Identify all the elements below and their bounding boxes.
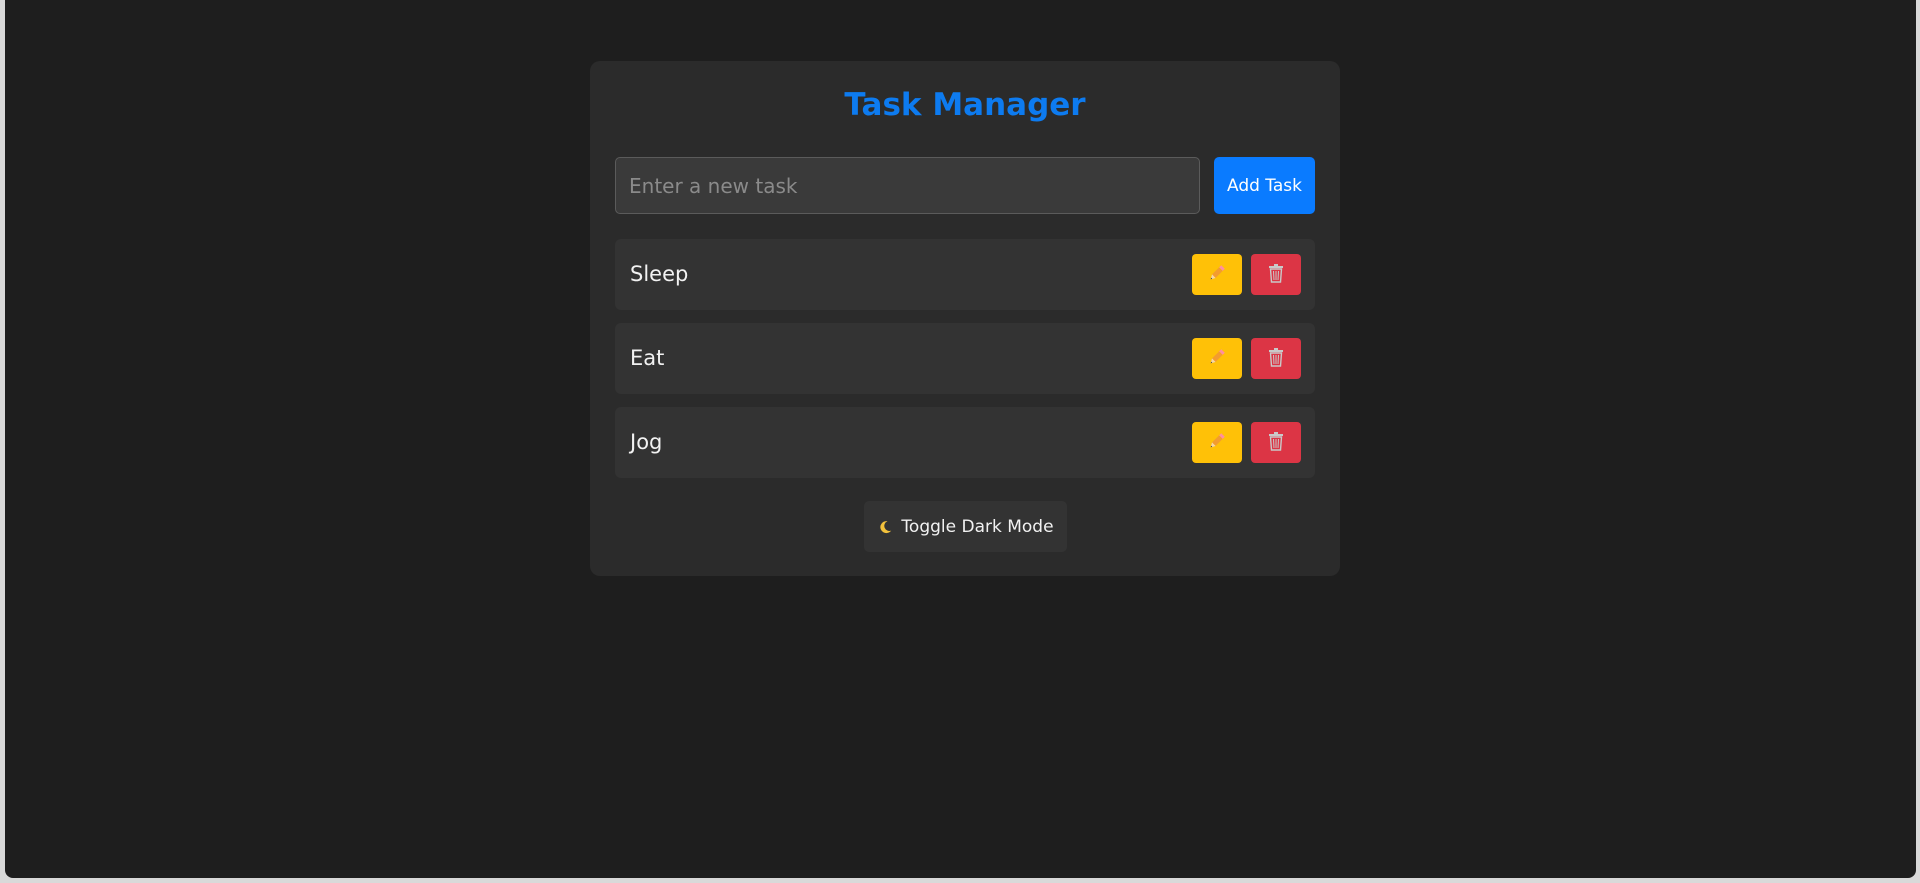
page-title: Task Manager bbox=[844, 87, 1086, 123]
task-manager-card: Task Manager Add Task Sleep bbox=[590, 61, 1340, 576]
delete-task-button[interactable] bbox=[1251, 338, 1301, 379]
new-task-input[interactable] bbox=[615, 157, 1200, 214]
trash-icon bbox=[1267, 347, 1285, 370]
moon-icon bbox=[877, 519, 893, 535]
task-item: Jog bbox=[615, 407, 1315, 478]
task-label: Jog bbox=[630, 430, 663, 454]
task-label: Sleep bbox=[630, 262, 689, 286]
task-list: Sleep Eat Jog bbox=[615, 239, 1315, 491]
edit-task-button[interactable] bbox=[1192, 422, 1242, 463]
trash-icon bbox=[1267, 431, 1285, 454]
delete-task-button[interactable] bbox=[1251, 422, 1301, 463]
pencil-icon bbox=[1207, 263, 1227, 286]
edit-task-button[interactable] bbox=[1192, 338, 1242, 379]
add-task-button[interactable]: Add Task bbox=[1214, 157, 1315, 214]
pencil-icon bbox=[1207, 347, 1227, 370]
app-viewport: Task Manager Add Task Sleep bbox=[5, 0, 1916, 878]
trash-icon bbox=[1267, 263, 1285, 286]
delete-task-button[interactable] bbox=[1251, 254, 1301, 295]
edit-task-button[interactable] bbox=[1192, 254, 1242, 295]
toggle-dark-mode-button[interactable]: Toggle Dark Mode bbox=[864, 501, 1067, 552]
task-item: Sleep bbox=[615, 239, 1315, 310]
toggle-dark-mode-label: Toggle Dark Mode bbox=[901, 516, 1054, 537]
pencil-icon bbox=[1207, 431, 1227, 454]
task-label: Eat bbox=[630, 346, 665, 370]
task-item: Eat bbox=[615, 323, 1315, 394]
